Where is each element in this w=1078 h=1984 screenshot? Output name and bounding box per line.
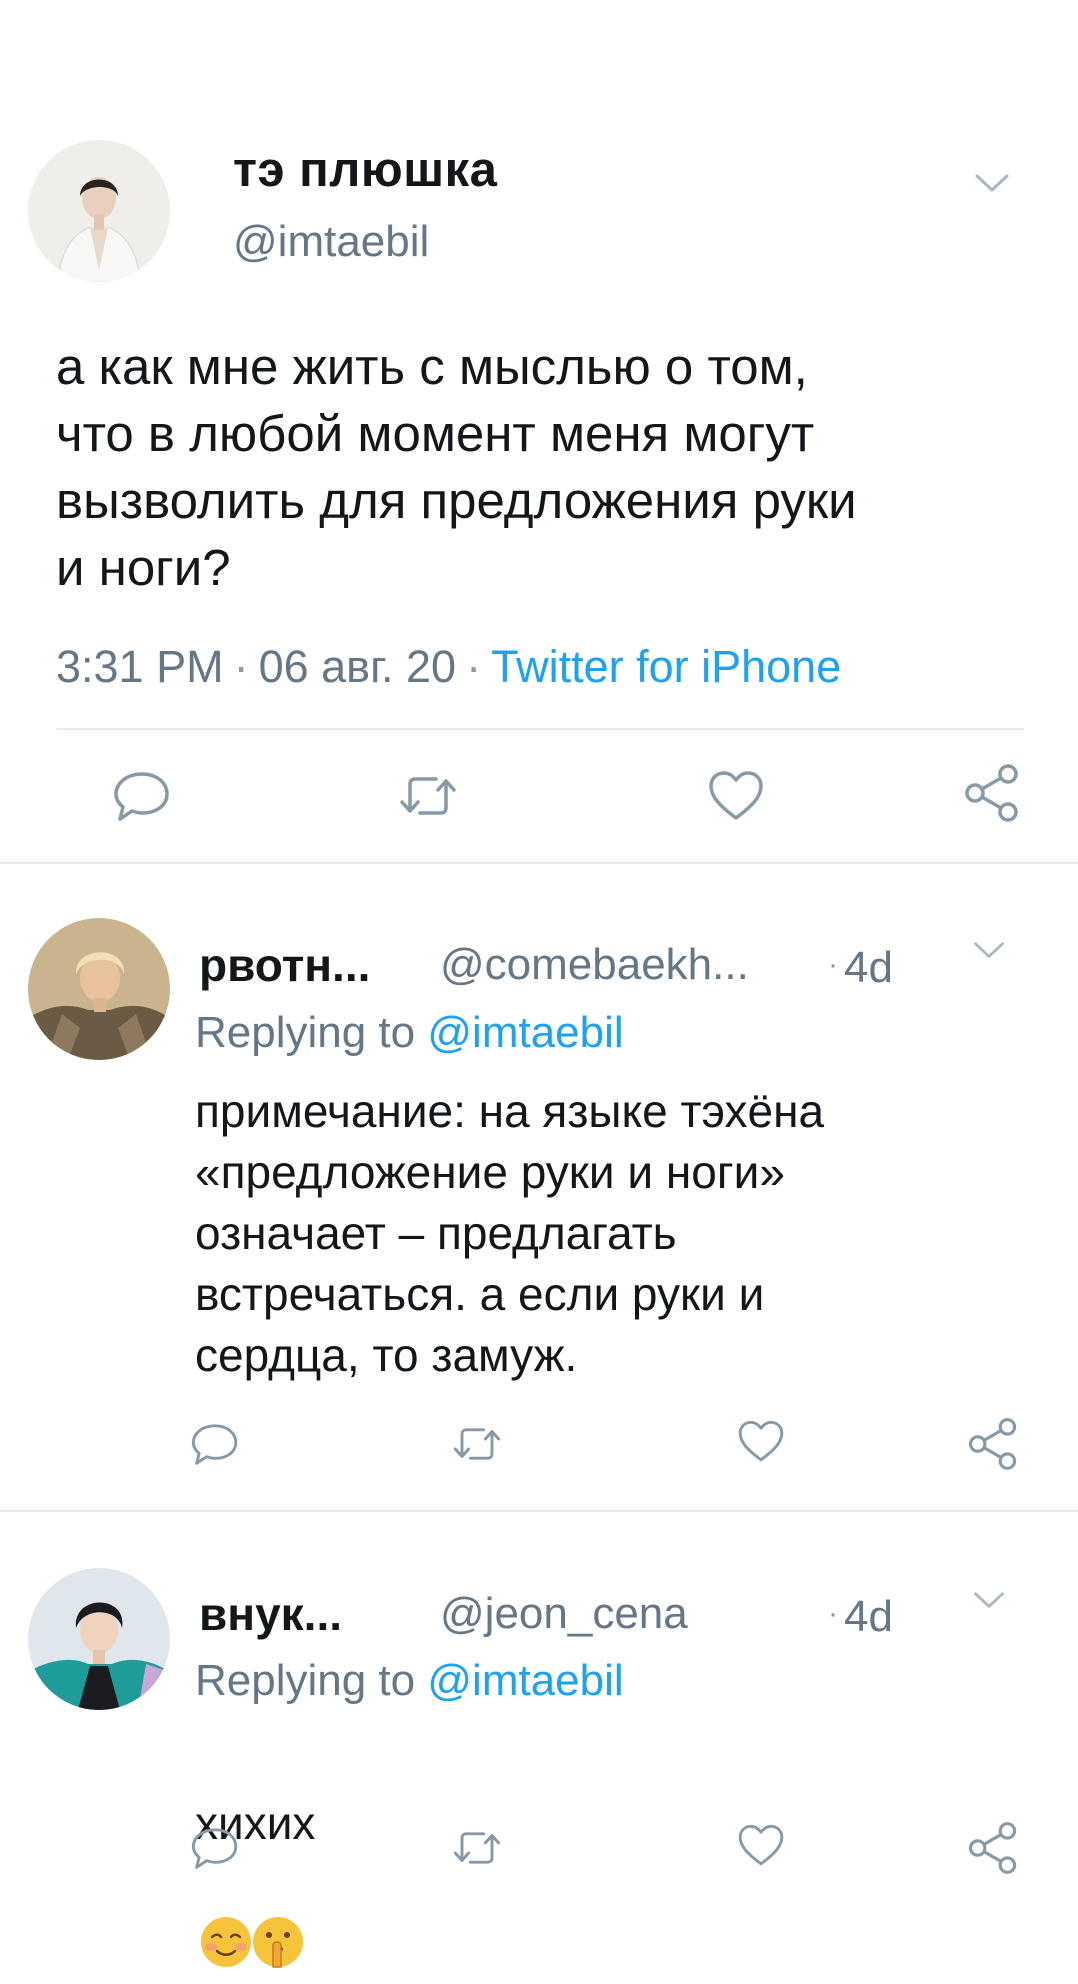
reply-handle[interactable]: @comebaekh... <box>440 937 749 993</box>
reply-tweet[interactable]: рвотн... @comebaekh... · 4d Replying to @… <box>0 864 1078 1510</box>
share-icon[interactable] <box>962 762 1022 824</box>
reply-handle[interactable]: @jeon_cena <box>440 1586 688 1642</box>
tweet-source-link[interactable]: Twitter for iPhone <box>491 641 841 692</box>
main-tweet-text: а как мне жить с мыслью о том, что в люб… <box>56 338 857 596</box>
retweet-icon[interactable] <box>452 1422 502 1466</box>
meta-separator: · <box>466 641 482 692</box>
chevron-down-icon[interactable] <box>974 172 1010 194</box>
replying-to-line: Replying to @imtaebil <box>195 1004 624 1062</box>
reply-display-name[interactable]: рвотн... <box>199 937 370 993</box>
reply-text: примечание: на языке тэхёна «предложение… <box>195 1085 825 1381</box>
main-tweet-display-name[interactable]: тэ плюшка <box>233 140 497 200</box>
main-tweet: тэ плюшка @imtaebil а как мне жить с мыс… <box>0 0 1078 862</box>
meta-separator: · <box>233 641 249 692</box>
reply-tweet[interactable]: внук... @jeon_cena · 4d Replying to @imta… <box>0 1512 1078 1968</box>
tweet-time: 3:31 PM <box>56 641 224 692</box>
tweet-date: 06 авг. 20 <box>258 641 457 692</box>
reply-text-line: хихих <box>195 1732 1055 1976</box>
reply-avatar[interactable] <box>28 1568 170 1710</box>
like-icon[interactable] <box>736 1418 786 1465</box>
replying-to-label: Replying to <box>195 1656 416 1705</box>
main-tweet-avatar[interactable] <box>28 140 170 282</box>
retweet-icon[interactable] <box>452 1826 502 1870</box>
chevron-down-icon[interactable] <box>972 940 1006 960</box>
main-tweet-meta: 3:31 PM · 06 авг. 20 · Twitter for iPhone <box>56 638 841 696</box>
time-separator: · <box>828 948 838 981</box>
reply-time-value: 4d <box>844 943 893 992</box>
reply-time: · 4d <box>828 937 893 996</box>
replying-to-label: Replying to <box>195 1008 416 1057</box>
reply-icon[interactable] <box>190 1826 240 1872</box>
divider <box>56 728 1024 730</box>
chevron-down-icon[interactable] <box>972 1590 1006 1610</box>
reply-time-value: 4d <box>844 1592 893 1641</box>
retweet-icon[interactable] <box>398 770 458 822</box>
replying-to-mention[interactable]: @imtaebil <box>427 1008 623 1057</box>
like-icon[interactable] <box>706 768 766 824</box>
reply-avatar[interactable] <box>28 918 170 1060</box>
time-separator: · <box>828 1597 838 1630</box>
replying-to-line: Replying to @imtaebil <box>195 1652 624 1710</box>
reply-time: · 4d <box>828 1586 893 1645</box>
reply-icon[interactable] <box>112 770 172 824</box>
like-icon[interactable] <box>736 1822 786 1869</box>
replying-to-mention[interactable]: @imtaebil <box>427 1656 623 1705</box>
shushing-face-emoji <box>251 1854 305 1968</box>
reply-display-name[interactable]: внук... <box>199 1586 342 1642</box>
reply-icon[interactable] <box>190 1422 240 1468</box>
share-icon[interactable] <box>966 1820 1020 1876</box>
main-tweet-handle[interactable]: @imtaebil <box>233 214 429 270</box>
share-icon[interactable] <box>966 1416 1020 1472</box>
